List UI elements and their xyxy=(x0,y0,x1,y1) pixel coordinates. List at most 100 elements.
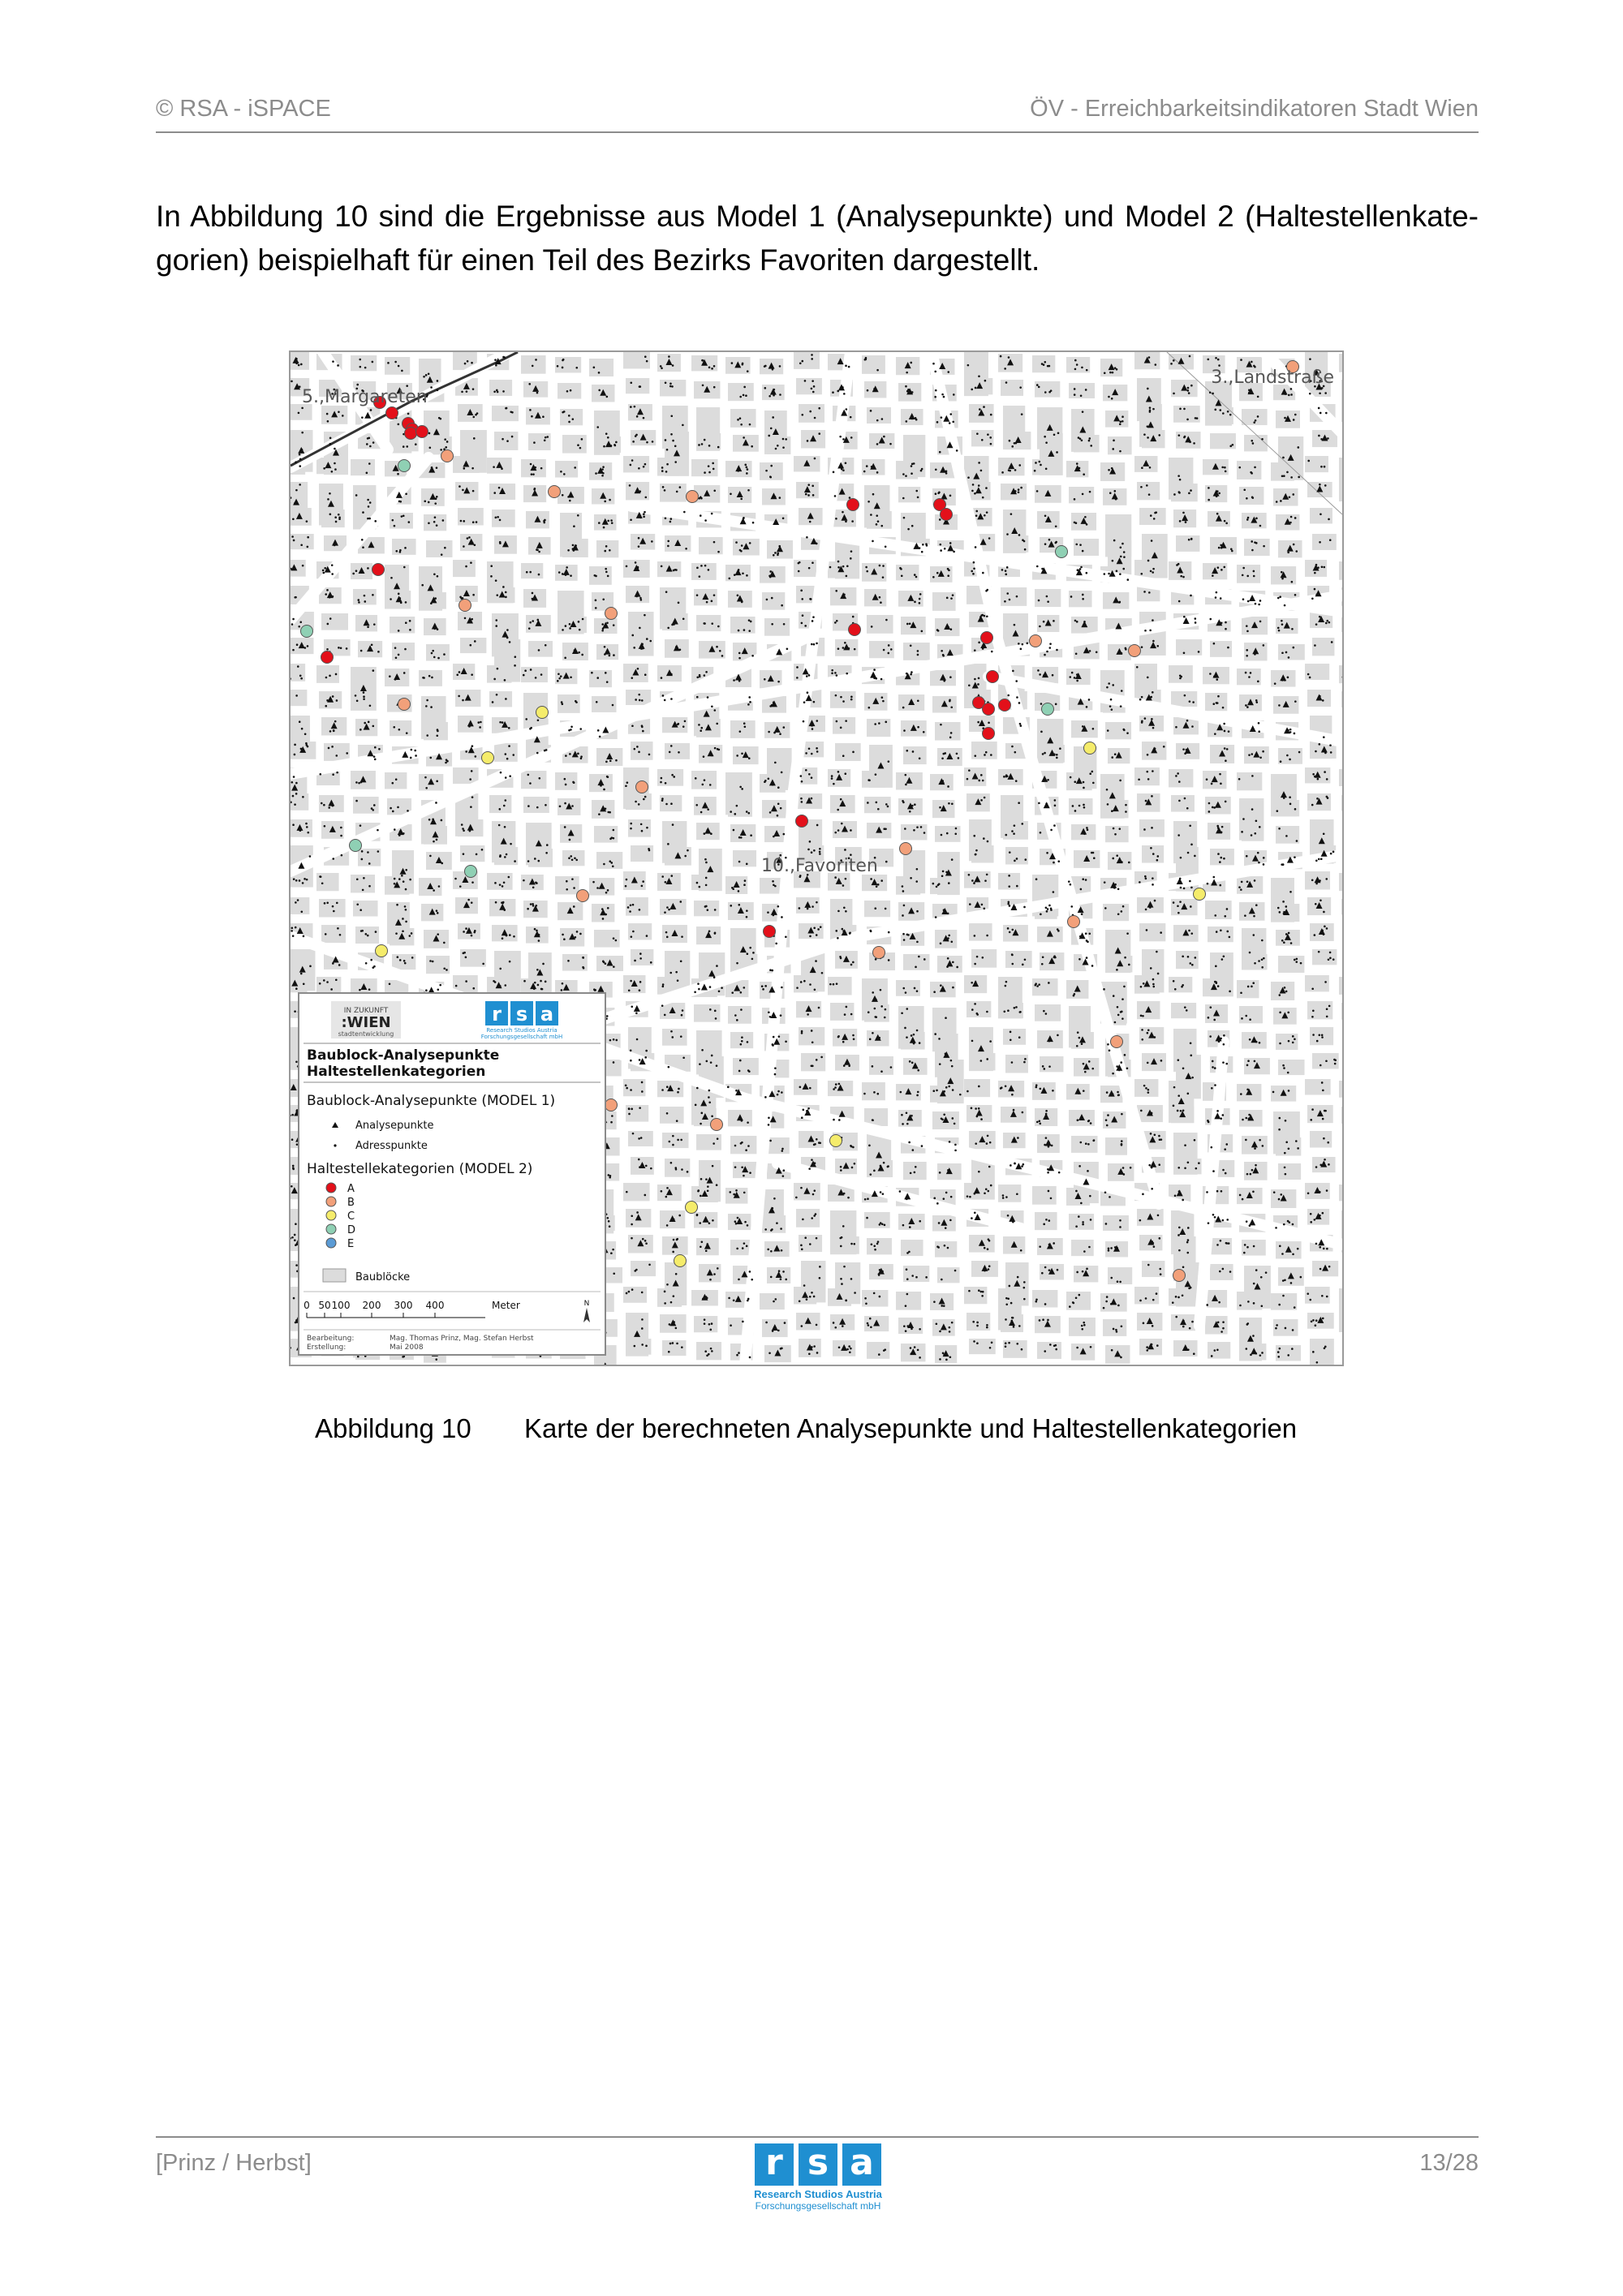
building-block xyxy=(1069,1214,1095,1230)
address-point xyxy=(710,600,713,603)
address-point xyxy=(1103,573,1106,575)
address-point xyxy=(947,937,949,939)
address-point xyxy=(571,418,575,420)
address-point xyxy=(1116,969,1118,971)
address-point xyxy=(977,484,980,487)
address-point xyxy=(428,819,431,821)
address-point xyxy=(470,901,473,904)
address-point xyxy=(564,656,566,660)
address-point xyxy=(708,784,712,786)
address-point xyxy=(807,566,811,570)
address-point xyxy=(1026,642,1029,645)
address-point xyxy=(387,362,390,364)
address-point xyxy=(779,652,782,656)
address-point xyxy=(333,909,335,913)
address-point xyxy=(1048,647,1052,649)
address-point xyxy=(331,695,334,698)
address-point xyxy=(674,445,677,448)
address-point xyxy=(424,776,427,779)
building-block xyxy=(728,383,754,402)
address-point xyxy=(1039,1087,1042,1090)
address-point xyxy=(482,962,484,965)
address-point xyxy=(404,601,407,604)
address-point xyxy=(1091,965,1094,967)
building-block xyxy=(935,1241,958,1258)
address-point xyxy=(1238,777,1241,780)
address-point xyxy=(1258,861,1260,864)
address-point xyxy=(701,1048,704,1051)
address-point xyxy=(1088,650,1091,652)
address-point xyxy=(456,673,459,677)
address-point xyxy=(678,750,680,754)
address-point xyxy=(367,517,369,520)
address-point xyxy=(1307,673,1310,676)
address-point xyxy=(698,885,701,888)
address-point xyxy=(740,1008,743,1011)
address-point xyxy=(872,991,875,994)
address-point xyxy=(744,463,747,467)
address-point xyxy=(523,879,525,882)
address-point xyxy=(398,728,401,731)
address-point xyxy=(731,991,734,994)
address-point xyxy=(708,471,711,474)
address-point xyxy=(1145,929,1148,931)
address-point xyxy=(603,445,605,448)
address-point xyxy=(850,436,853,439)
address-point xyxy=(974,546,977,548)
address-point xyxy=(664,781,667,785)
address-point xyxy=(980,774,983,776)
address-point xyxy=(1315,563,1318,566)
address-point xyxy=(945,596,949,600)
address-point xyxy=(746,370,749,372)
address-point xyxy=(1006,927,1010,930)
address-point xyxy=(389,675,391,678)
address-point xyxy=(1106,729,1109,732)
address-point xyxy=(510,411,513,414)
address-point xyxy=(359,824,362,827)
address-point xyxy=(1153,899,1156,902)
address-point xyxy=(906,750,909,752)
address-point xyxy=(1209,1006,1212,1008)
address-point xyxy=(751,521,755,524)
address-point xyxy=(1314,571,1316,574)
address-point xyxy=(1291,627,1294,630)
building-block xyxy=(291,352,309,370)
address-point xyxy=(1263,544,1265,548)
address-point xyxy=(1325,411,1328,415)
address-point xyxy=(1021,823,1024,825)
address-point xyxy=(1152,982,1155,986)
address-point xyxy=(530,726,532,729)
address-point xyxy=(1254,653,1256,656)
address-point xyxy=(1278,704,1281,707)
address-point xyxy=(1247,1060,1250,1063)
building-block xyxy=(764,618,790,636)
address-point xyxy=(579,932,582,935)
address-point xyxy=(473,544,476,547)
building-block xyxy=(867,1342,890,1359)
address-point xyxy=(1147,559,1150,562)
address-point xyxy=(884,907,887,910)
address-point xyxy=(1053,433,1056,436)
address-point xyxy=(1283,604,1286,607)
building-block xyxy=(828,977,852,995)
address-point xyxy=(1152,770,1154,772)
address-point xyxy=(405,920,407,923)
address-point xyxy=(909,644,912,647)
address-point xyxy=(1219,884,1222,887)
address-point xyxy=(1078,1092,1080,1094)
address-point xyxy=(1150,846,1152,849)
address-point xyxy=(1216,824,1220,828)
address-point xyxy=(1078,467,1081,470)
address-point xyxy=(978,779,981,782)
address-point xyxy=(913,987,916,990)
address-point xyxy=(454,984,458,987)
address-point xyxy=(1194,854,1196,858)
address-point xyxy=(1172,1104,1175,1107)
address-point xyxy=(630,381,633,385)
address-point xyxy=(1251,985,1253,988)
address-point xyxy=(1079,888,1083,891)
address-point xyxy=(1145,1086,1147,1090)
address-point xyxy=(767,777,770,780)
address-point xyxy=(1251,775,1254,777)
address-point xyxy=(811,724,813,727)
